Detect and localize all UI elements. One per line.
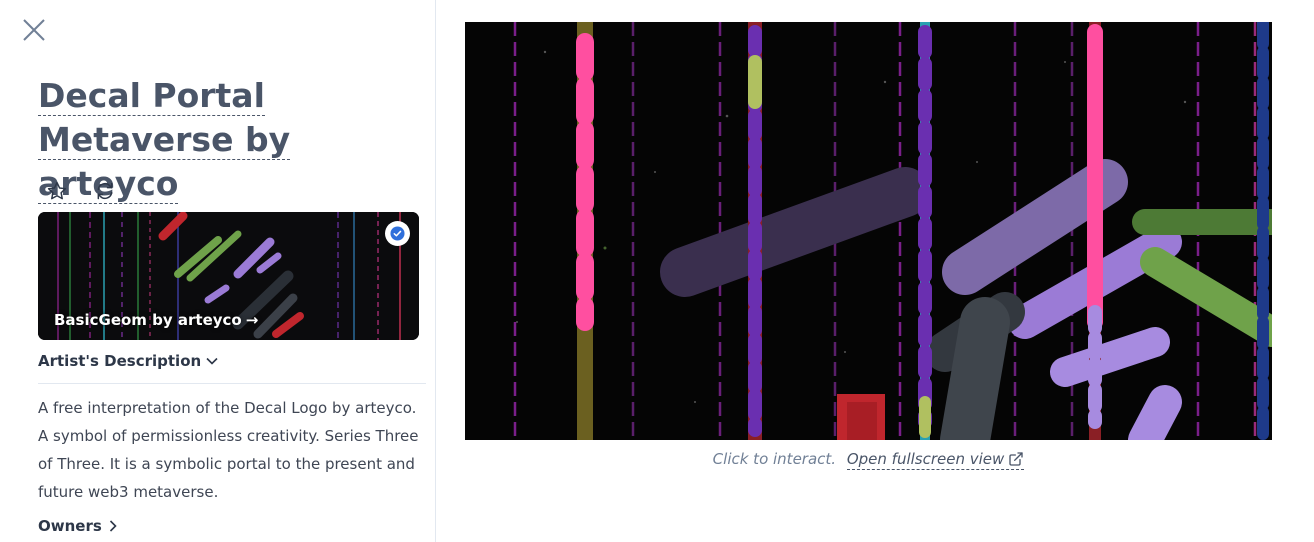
- artist-description-text: A free interpretation of the Decal Logo …: [38, 399, 419, 501]
- artwork-preview[interactable]: [465, 22, 1272, 440]
- divider: [38, 383, 426, 384]
- artist-description-label: Artist's Description: [38, 352, 202, 370]
- preview-caption: Click to interact. Open fullscreen view: [465, 450, 1272, 470]
- verified-check-icon: [390, 226, 405, 241]
- collection-name: BasicGeom by arteyco: [54, 311, 242, 329]
- close-button[interactable]: [20, 16, 48, 44]
- close-icon: [23, 19, 45, 41]
- interact-hint: Click to interact.: [712, 450, 837, 468]
- owners-label: Owners: [38, 517, 102, 535]
- action-bar: [44, 178, 118, 204]
- artist-description-toggle[interactable]: Artist's Description: [38, 352, 219, 370]
- star-icon: [47, 181, 67, 200]
- chevron-down-icon: [206, 357, 218, 365]
- sidebar: Decal Portal Metaverse by arteyco BasicG…: [0, 0, 436, 542]
- chevron-right-icon: [109, 520, 117, 532]
- refresh-button[interactable]: [92, 178, 118, 204]
- external-link-icon: [1009, 452, 1023, 466]
- collection-link[interactable]: BasicGeom by arteyco →: [54, 311, 258, 329]
- fullscreen-label: Open fullscreen view: [846, 450, 1005, 468]
- open-fullscreen-link[interactable]: Open fullscreen view: [846, 450, 1025, 470]
- favorite-button[interactable]: [44, 178, 70, 204]
- refresh-icon: [97, 182, 113, 200]
- collection-card[interactable]: BasicGeom by arteyco →: [38, 212, 419, 340]
- owners-toggle[interactable]: Owners: [38, 517, 120, 535]
- artwork-canvas: [465, 22, 1272, 440]
- arrow-right-icon: →: [245, 311, 259, 329]
- verified-badge: [385, 221, 410, 246]
